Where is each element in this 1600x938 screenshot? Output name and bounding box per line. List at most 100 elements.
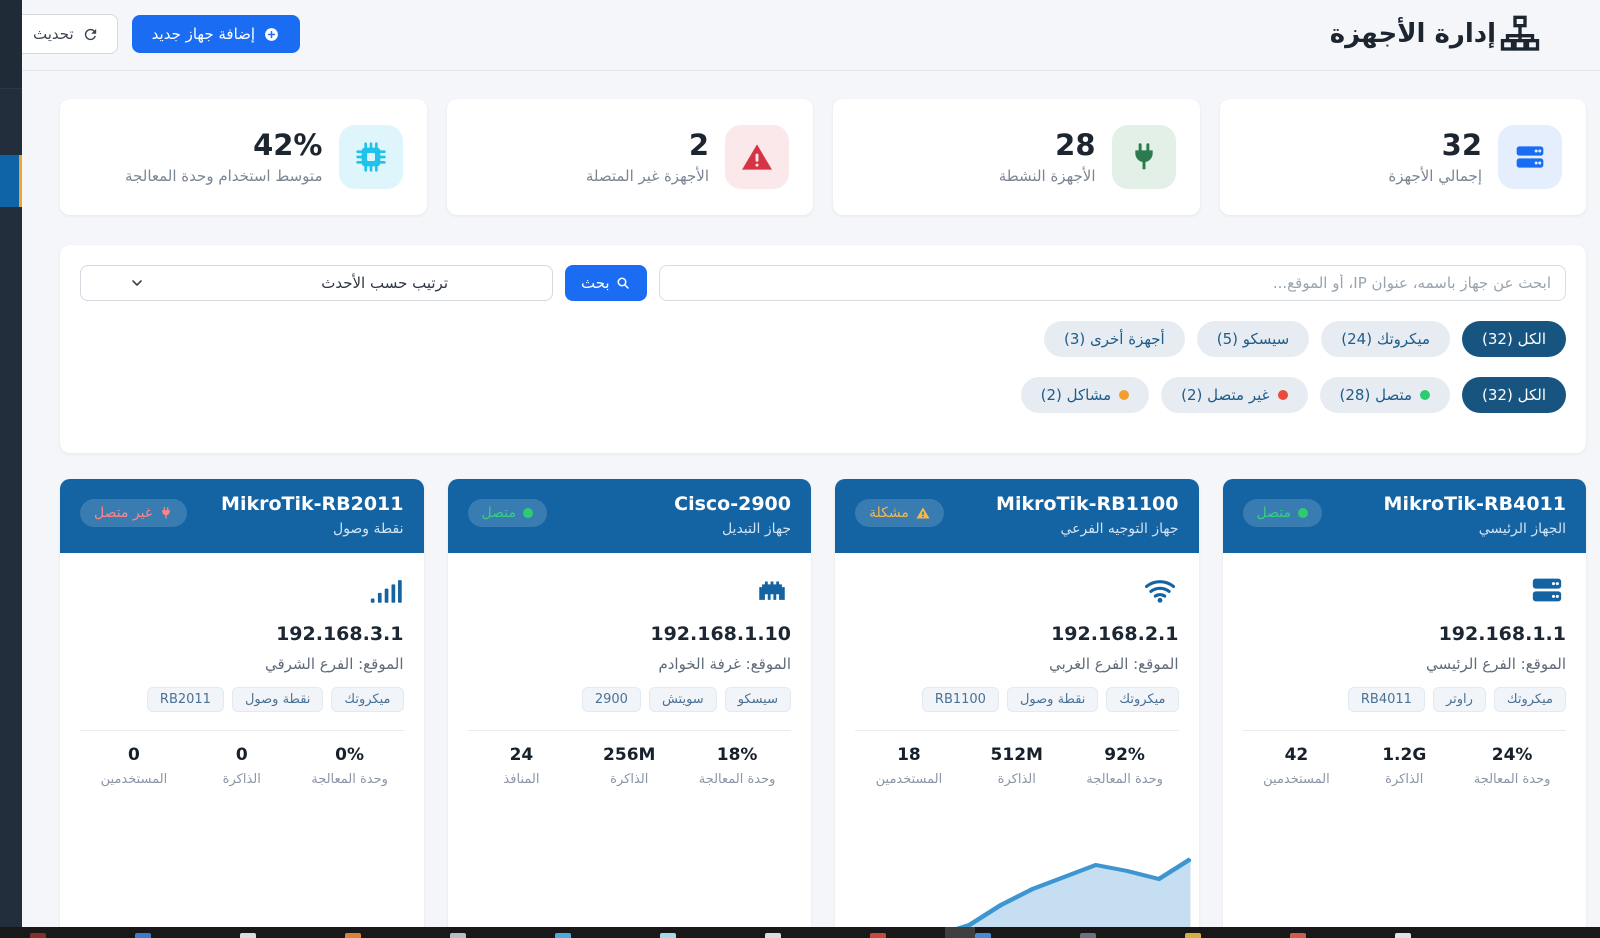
device-name: MikroTik-RB1100 [996,493,1178,515]
device-name: Cisco-2900 [674,493,791,515]
search-button-label: بحث [581,274,610,292]
scrollbar-thumb[interactable] [0,155,22,207]
warning-triangle-icon [741,141,773,173]
filter-chip-cisco[interactable]: سيسكو (5) [1197,321,1310,357]
filter-chip-mikrotik[interactable]: ميكروتك (24) [1321,321,1450,357]
scrollbar-track[interactable] [0,0,22,938]
status-label: متصل [482,505,516,521]
chip-label: ميكروتك (24) [1341,330,1430,348]
taskbar-icon-sliver[interactable] [240,933,256,938]
device-card-body: 192.168.2.1 الموقع: الفرع الغربي ميكروتك… [835,553,1199,938]
device-card-rb4011[interactable]: MikroTik-RB4011 الجهاز الرئيسي متصل [1223,479,1587,938]
taskbar[interactable] [0,927,1600,938]
device-card-rb2011[interactable]: MikroTik-RB2011 نقطة وصول غير متصل [60,479,424,938]
plus-circle-icon [263,26,280,43]
stat-value: 0 [80,745,188,765]
taskbar-icon-sliver[interactable] [765,933,781,938]
device-name: MikroTik-RB2011 [221,493,403,515]
device-tag: سويتش [649,687,717,712]
device-role: جهاز التوجيه الفرعي [996,521,1178,537]
server-icon [1514,141,1546,173]
device-tag: RB2011 [147,687,224,712]
sort-selected-option: ترتيب حسب الأحدث [321,274,448,292]
search-input[interactable] [659,265,1566,301]
filter-chip-online[interactable]: متصل (28) [1320,377,1451,413]
online-dot [523,508,533,518]
device-name: MikroTik-RB4011 [1384,493,1566,515]
refresh-button[interactable]: تحديث [14,14,118,54]
taskbar-icon-sliver[interactable] [555,933,571,938]
page-title: إدارة الأجهزة [1330,19,1496,49]
taskbar-icon-sliver[interactable] [1395,933,1411,938]
stat-label: الأجهزة النشطة [999,167,1096,185]
filter-chip-problems[interactable]: مشاكل (2) [1021,377,1150,413]
device-card-cisco2900[interactable]: Cisco-2900 جهاز التبديل متصل 192.168.1.1… [448,479,812,938]
device-role: جهاز التبديل [674,521,791,537]
status-filter-row: الكل (32) متصل (28) غير متصل (2) مشاكل (… [80,377,1566,413]
stat-value: 18 [855,745,963,765]
filter-chip-other-devices[interactable]: أجهزة أخرى (3) [1044,321,1185,357]
status-badge: متصل [1243,499,1322,527]
taskbar-icon-sliver[interactable] [1185,933,1201,938]
chip-label: متصل (28) [1340,386,1413,404]
taskbar-icon-sliver[interactable] [345,933,361,938]
stat-value: 42% [125,129,322,162]
stat-label: الذاكرة [963,772,1071,787]
taskbar-icon-sliver[interactable] [660,933,676,938]
filter-chip-offline[interactable]: غير متصل (2) [1161,377,1307,413]
chip-label: سيسكو (5) [1217,330,1290,348]
stat-card-total-devices: 32 إجمالي الأجهزة [1220,99,1587,215]
add-device-button[interactable]: إضافة جهاز جديد [132,15,300,53]
taskbar-icon-sliver[interactable] [1080,933,1096,938]
chip-label: أجهزة أخرى (3) [1064,330,1165,348]
chevron-down-icon [129,275,145,291]
device-role: نقطة وصول [221,521,403,537]
tag-row: ميكروتك راوتر RB4011 [1243,687,1567,712]
device-card-rb1100[interactable]: MikroTik-RB1100 جهاز التوجيه الفرعي مشكل… [835,479,1199,938]
stat-label: وحدة المعالجة [1071,772,1179,787]
stat-value: 0% [296,745,404,765]
device-role: الجهاز الرئيسي [1384,521,1566,537]
offline-dot [1278,390,1288,400]
stat-label: إجمالي الأجهزة [1388,167,1482,185]
device-location: الموقع: الفرع الشرقي [80,655,404,673]
problem-dot [1119,390,1129,400]
stat-label: وحدة المعالجة [1458,772,1566,787]
device-ip: 192.168.2.1 [855,623,1179,645]
sort-select[interactable]: ترتيب حسب الأحدث [80,265,553,301]
taskbar-icon-sliver[interactable] [1290,933,1306,938]
plug-icon [1128,141,1160,173]
device-stats-row: 92%وحدة المعالجة 512Mالذاكرة 18المستخدمي… [855,730,1179,787]
stat-label: المستخدمين [80,772,188,787]
taskbar-icon-sliver[interactable] [870,933,886,938]
device-tag: نقطة وصول [1007,687,1098,712]
search-button[interactable]: بحث [565,265,647,301]
status-badge: متصل [468,499,547,527]
online-dot [1298,508,1308,518]
taskbar-icon-sliver[interactable] [30,933,46,938]
device-tag: ميكروتك [331,687,403,712]
ethernet-icon [753,573,791,607]
sitemap-icon [1500,14,1540,54]
device-card-header: MikroTik-RB1100 جهاز التوجيه الفرعي مشكل… [835,479,1199,553]
stat-label: متوسط استخدام وحدة المعالجة [125,167,322,185]
stat-label: الذاكرة [1350,772,1458,787]
taskbar-icon-sliver[interactable] [975,933,991,938]
status-label: متصل [1257,505,1291,521]
device-card-body: 192.168.1.10 الموقع: غرفة الخوادم سيسكو … [448,553,812,938]
stat-card-avg-cpu: 42% متوسط استخدام وحدة المعالجة [60,99,427,215]
status-label: مشكلة [869,505,909,521]
refresh-icon [82,26,99,43]
tag-row: ميكروتك نقطة وصول RB2011 [80,687,404,712]
stat-value: 42 [1243,745,1351,765]
taskbar-icon-sliver[interactable] [135,933,151,938]
taskbar-icon-sliver[interactable] [450,933,466,938]
filter-chip-all-statuses[interactable]: الكل (32) [1462,377,1566,413]
device-ip: 192.168.3.1 [80,623,404,645]
stat-value: 2 [586,129,709,162]
stat-label: المستخدمين [855,772,963,787]
filter-chip-all-types[interactable]: الكل (32) [1462,321,1566,357]
warning-triangle-icon [916,506,930,520]
stat-value: 32 [1388,129,1482,162]
device-card-body: 192.168.3.1 الموقع: الفرع الشرقي ميكروتك… [60,553,424,938]
